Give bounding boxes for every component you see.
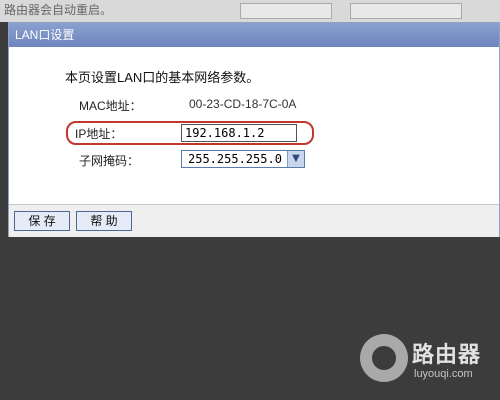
- lan-settings-panel: LAN口设置 本页设置LAN口的基本网络参数。 MAC地址： 00-23-CD-…: [8, 22, 500, 237]
- panel-title: LAN口设置: [9, 23, 499, 47]
- panel-description: 本页设置LAN口的基本网络参数。: [65, 70, 260, 85]
- watermark-subtitle: luyouqi.com: [414, 368, 473, 380]
- router-logo-icon: [360, 334, 408, 382]
- router-logo-inner-icon: [372, 346, 396, 370]
- ip-input[interactable]: [181, 124, 297, 142]
- background-top-text: 路由器会自动重启。: [4, 3, 113, 17]
- subnet-mask-select[interactable]: 255.255.255.0 ▼: [181, 150, 305, 168]
- help-button[interactable]: 帮 助: [76, 211, 132, 231]
- watermark-title: 路由器: [412, 342, 482, 367]
- background-box: [240, 3, 332, 19]
- watermark: 路由器 luyouqi.com: [360, 334, 500, 394]
- mac-value: 00-23-CD-18-7C-0A: [189, 97, 297, 111]
- background-box: [350, 3, 462, 19]
- mask-label: 子网掩码：: [79, 154, 140, 168]
- ip-label: IP地址：: [75, 127, 123, 141]
- mac-label: MAC地址：: [79, 99, 142, 113]
- chevron-down-icon[interactable]: ▼: [287, 151, 304, 167]
- subnet-mask-value: 255.255.255.0: [188, 152, 282, 166]
- background-top-strip: 路由器会自动重启。: [0, 0, 500, 22]
- save-button[interactable]: 保 存: [14, 211, 70, 231]
